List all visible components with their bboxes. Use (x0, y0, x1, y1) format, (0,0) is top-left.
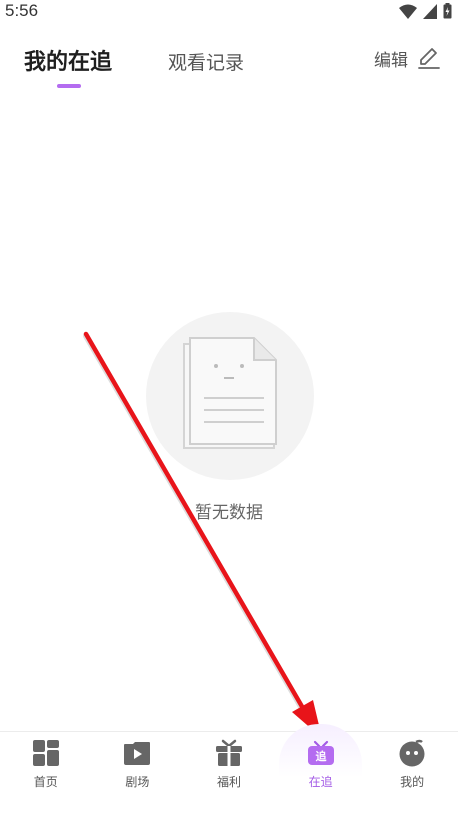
nav-item-mine[interactable]: 我的 (366, 732, 458, 800)
edit-pencil-icon (418, 48, 440, 69)
nav-item-following[interactable]: 追 在追 (275, 724, 367, 800)
status-time: 5:56 (5, 1, 39, 20)
status-icons (399, 3, 452, 19)
header: 我的在追 观看记录 编辑 (0, 36, 458, 96)
empty-document-icon (183, 337, 277, 449)
nav-label-home: 首页 (33, 775, 58, 789)
battery-icon (443, 3, 452, 19)
status-bar: 5:56 (0, 0, 458, 24)
tab-indicator (57, 84, 81, 88)
tab-following[interactable]: 我的在追 (24, 44, 112, 76)
nav-label-welfare: 福利 (216, 775, 241, 789)
wifi-icon (399, 4, 417, 19)
nav-item-home[interactable]: 首页 (0, 732, 92, 800)
signal-icon (423, 3, 437, 19)
edit-label: 编辑 (374, 50, 408, 71)
svg-text:追: 追 (315, 749, 327, 763)
face-icon (398, 739, 426, 767)
tv-follow-icon: 追 (307, 739, 335, 767)
nav-label-following: 在追 (308, 775, 333, 789)
empty-state: 暂无数据 (0, 300, 458, 530)
empty-state-text: 暂无数据 (195, 503, 263, 523)
nav-label-mine: 我的 (400, 775, 425, 789)
nav-item-theater[interactable]: 剧场 (92, 732, 184, 800)
play-icon (123, 739, 151, 767)
bottom-nav: 首页 剧场 福利 追 在追 我的 (0, 724, 458, 800)
home-grid-icon (32, 739, 60, 767)
nav-label-theater: 剧场 (125, 775, 150, 789)
nav-item-welfare[interactable]: 福利 (183, 732, 275, 800)
tab-history[interactable]: 观看记录 (168, 48, 244, 75)
edit-button[interactable]: 编辑 (374, 44, 442, 72)
gift-icon (215, 739, 243, 767)
